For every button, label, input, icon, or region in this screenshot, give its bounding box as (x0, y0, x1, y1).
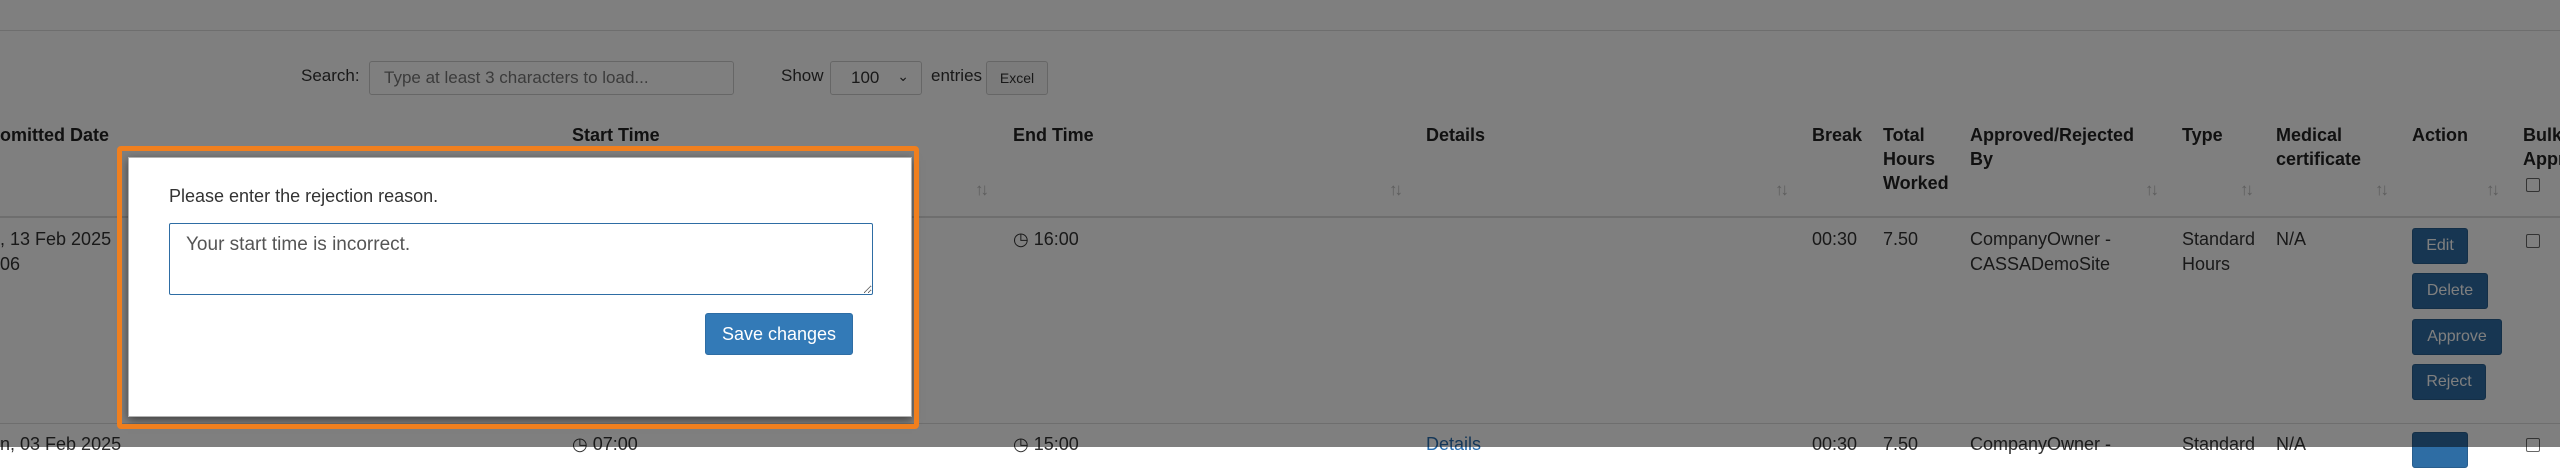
dialog-highlight-frame (117, 146, 919, 429)
